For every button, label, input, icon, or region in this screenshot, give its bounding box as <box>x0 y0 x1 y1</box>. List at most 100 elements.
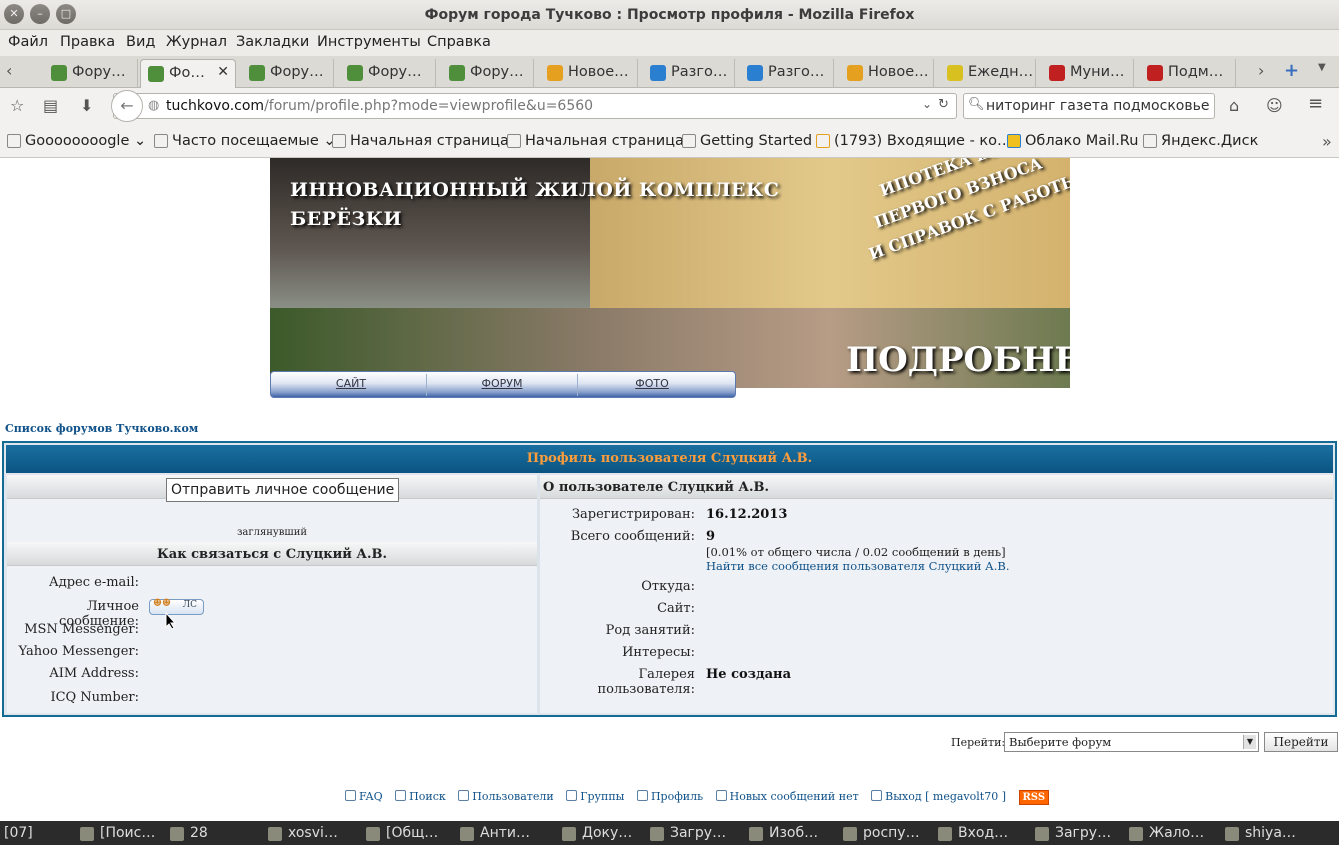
email-label: Адрес e-mail: <box>48 575 139 590</box>
left-column: Аватара заглянувший Как связаться с Слуц… <box>7 475 537 713</box>
back-button[interactable]: ← <box>111 90 143 122</box>
find-all-posts-link[interactable]: Найти все сообщения пользователя Слуцкий… <box>706 559 1010 573</box>
app-icon <box>562 827 576 841</box>
footer-profile[interactable]: Профиль <box>636 790 703 803</box>
footer-no-new-posts[interactable]: Новых сообщений нет <box>715 790 859 803</box>
folder-icon <box>7 134 21 148</box>
bookmark-google-folder[interactable]: Goooooooogle ⌄ <box>7 133 146 149</box>
taskbar-item-12[interactable]: Жало… <box>1129 825 1204 841</box>
bookmark-cloud-mail[interactable]: Облако Mail.Ru <box>1007 133 1138 149</box>
taskbar-item-6[interactable]: Доку… <box>562 825 632 841</box>
menu-help[interactable]: Справка <box>427 34 491 50</box>
banner-more-link[interactable]: ПОДРОБНЕЕ <box>846 340 1070 380</box>
search-icon: 🔍︎ <box>968 97 985 112</box>
taskbar-item-5[interactable]: Анти… <box>460 825 530 841</box>
menu-bar: Файл Правка Вид Журнал Закладки Инструме… <box>0 30 1339 56</box>
site-identity-icon[interactable]: ◍ <box>148 98 159 113</box>
bookmark-star-icon[interactable]: ☆ <box>10 96 24 115</box>
bookmark-frequent-folder[interactable]: Часто посещаемые ⌄ <box>154 133 336 149</box>
tabs-scroll-right-icon[interactable]: › <box>1258 61 1264 80</box>
taskbar-item-1[interactable]: [Поис… <box>80 825 155 841</box>
menu-tools[interactable]: Инструменты <box>317 34 421 50</box>
more-bookmarks-icon[interactable]: » <box>1322 132 1332 151</box>
page-icon <box>507 134 521 148</box>
chat-icon[interactable]: ☺ <box>1266 96 1283 115</box>
close-tab-icon[interactable]: ✕ <box>217 64 229 80</box>
url-bar[interactable]: ◍ tuchkovo.com/forum/profile.php?mode=vi… <box>113 93 957 119</box>
taskbar-label: роспу… <box>863 825 920 841</box>
taskbar-item-0[interactable]: [07] <box>4 825 33 841</box>
menu-history[interactable]: Журнал <box>166 34 227 50</box>
gallery-value: Не создана <box>706 667 791 682</box>
bookmark-inbox[interactable]: (1793) Входящие - ко… <box>816 133 1012 149</box>
tab-5[interactable]: Новое… <box>540 59 638 88</box>
registered-label: Зарегистрирован: <box>571 507 695 522</box>
taskbar-label: Загру… <box>670 825 727 841</box>
site-nav-forum[interactable]: ФОРУМ <box>427 377 577 390</box>
bookmark-getting-started[interactable]: Getting Started <box>682 133 812 149</box>
banner-headline: ИННОВАЦИОННЫЙ ЖИЛОЙ КОМПЛЕКС БЕРЁЗКИ <box>290 179 780 230</box>
tab-label: Фору… <box>72 64 126 80</box>
footer-groups[interactable]: Группы <box>566 790 624 803</box>
menu-view[interactable]: Вид <box>126 34 155 50</box>
forum-index-link[interactable]: Список форумов Тучково.ком <box>5 422 198 435</box>
site-nav-site[interactable]: САЙТ <box>276 377 426 390</box>
bookmarks-bar: Goooooooogle ⌄ Часто посещаемые ⌄ Началь… <box>0 124 1339 158</box>
tab-list-icon[interactable]: ▼ <box>1318 62 1326 73</box>
tab-2[interactable]: Фору… <box>242 59 334 88</box>
tab-8[interactable]: Новое… <box>840 59 934 88</box>
taskbar-item-7[interactable]: Загру… <box>650 825 726 841</box>
bookmarks-list-icon[interactable]: ▤ <box>43 96 58 115</box>
footer-members[interactable]: Пользователи <box>458 790 554 803</box>
site-nav-photo[interactable]: ФОТО <box>577 377 727 390</box>
taskbar-item-2[interactable]: 28 <box>170 825 208 841</box>
tab-label: Фору… <box>270 64 324 80</box>
home-icon[interactable]: ⌂ <box>1229 96 1239 115</box>
taskbar-item-8[interactable]: Изоб… <box>749 825 818 841</box>
taskbar-item-3[interactable]: xosvi… <box>268 825 338 841</box>
tab-11[interactable]: Подм… <box>1140 59 1236 88</box>
tab-favicon-icon <box>51 65 67 81</box>
bookmark-yandex-disk[interactable]: Яндекс.Диск <box>1143 133 1258 149</box>
search-input[interactable]: 🔍︎ ниторинг газета подмосковье <box>963 93 1215 119</box>
footer-logout[interactable]: Выход [ megavolt70 ] <box>871 790 1006 803</box>
bookmark-start-page-1[interactable]: Начальная страница <box>332 133 509 149</box>
taskbar-label: Анти… <box>480 825 530 841</box>
forum-select[interactable]: Выберите форум ▼ <box>1004 732 1259 752</box>
menu-file[interactable]: Файл <box>8 34 48 50</box>
url-dropdown-icon[interactable]: ⌄ <box>922 97 932 111</box>
tab-favicon-icon <box>449 65 465 81</box>
menu-edit[interactable]: Правка <box>60 34 115 50</box>
menu-bookmarks[interactable]: Закладки <box>236 34 309 50</box>
footer-search[interactable]: Поиск <box>395 790 446 803</box>
tab-7[interactable]: Разго… <box>740 59 834 88</box>
url-text: tuchkovo.com/forum/profile.php?mode=view… <box>166 98 594 114</box>
reload-icon[interactable]: ↻ <box>938 97 949 112</box>
menu-icon[interactable]: ≡ <box>1308 93 1323 114</box>
about-heading: О пользователе Слуцкий А.В. <box>540 475 1333 499</box>
tab-9[interactable]: Ежедн… <box>940 59 1036 88</box>
taskbar-item-10[interactable]: Вход… <box>938 825 1008 841</box>
new-tab-icon[interactable]: + <box>1284 60 1299 81</box>
tab-0[interactable]: Фору… <box>44 59 138 88</box>
footer-faq[interactable]: FAQ <box>345 790 383 803</box>
taskbar-item-9[interactable]: роспу… <box>843 825 920 841</box>
tab-3[interactable]: Фору… <box>340 59 436 88</box>
tabs-scroll-left-icon[interactable]: ‹ <box>6 61 12 80</box>
bookmark-start-page-2[interactable]: Начальная страница <box>507 133 684 149</box>
occupation-label: Род занятий: <box>605 623 695 638</box>
taskbar-item-11[interactable]: Загру… <box>1035 825 1111 841</box>
tab-6[interactable]: Разго… <box>643 59 735 88</box>
taskbar-item-4[interactable]: [Общ… <box>366 825 438 841</box>
app-icon <box>268 827 282 841</box>
tab-4[interactable]: Фору… <box>442 59 534 88</box>
downloads-icon[interactable]: ⬇ <box>80 96 93 115</box>
tab-label: Фо… <box>169 65 205 81</box>
taskbar-label: shiya… <box>1245 825 1296 841</box>
taskbar-item-13[interactable]: shiya… <box>1225 825 1296 841</box>
ad-banner[interactable]: ИННОВАЦИОННЫЙ ЖИЛОЙ КОМПЛЕКС БЕРЁЗКИ ИПОТ… <box>270 158 1070 388</box>
tab-10[interactable]: Муни… <box>1042 59 1134 88</box>
tab-1[interactable]: Фо… ✕ <box>140 59 236 88</box>
jump-go-button[interactable]: Перейти <box>1264 732 1338 752</box>
rss-icon[interactable]: RSS <box>1018 790 1050 805</box>
